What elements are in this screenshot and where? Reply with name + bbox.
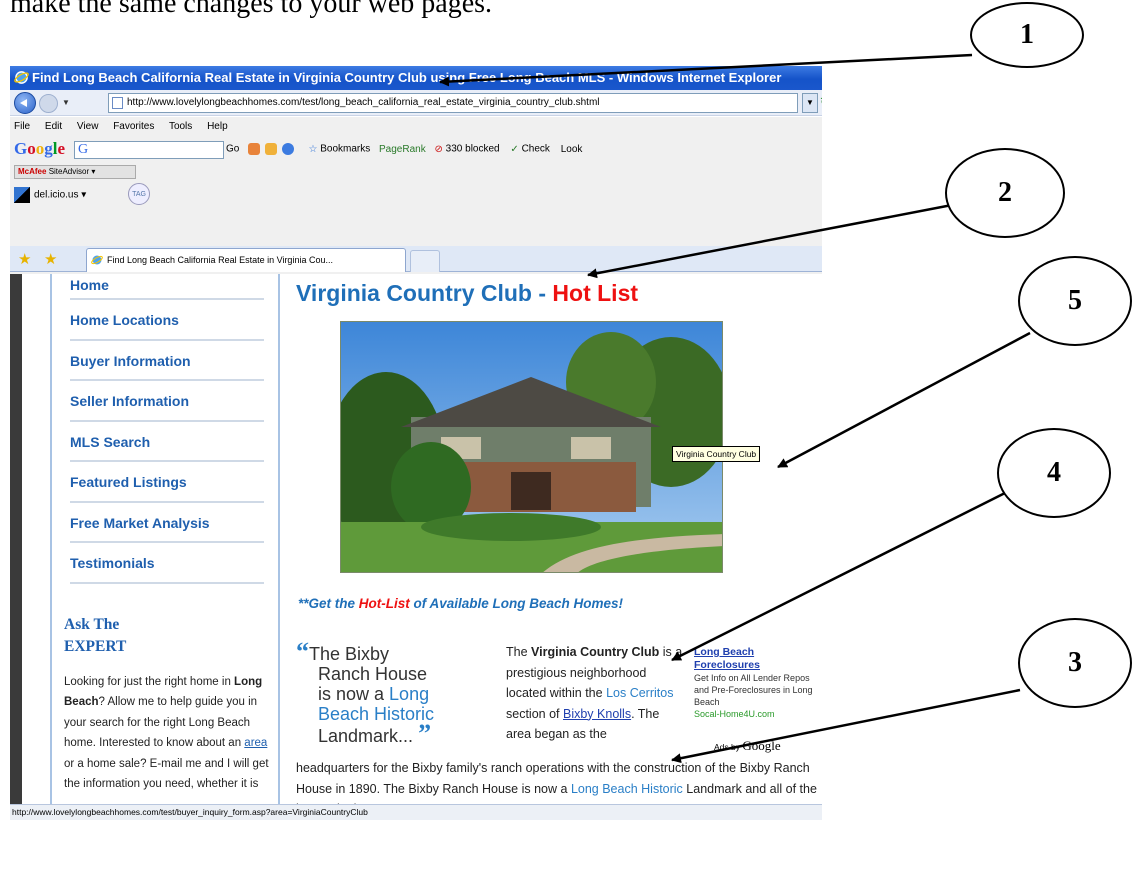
sidebar: Home Home Locations Buyer Information Se… xyxy=(50,274,280,804)
area-link[interactable]: area xyxy=(244,737,267,749)
address-bar[interactable]: http://www.lovelylongbeachhomes.com/test… xyxy=(108,93,798,113)
los-cerritos-link[interactable]: Los Cerritos xyxy=(606,686,673,700)
tab-row: ★ ★ Find Long Beach California Real Esta… xyxy=(10,246,822,272)
favorites-star-icon[interactable]: ★ xyxy=(18,250,31,268)
google-toolbar-buttons: Go ☆ Bookmarks PageRank ⊘ 330 blocked ✓ … xyxy=(226,143,582,155)
sidebar-item-testimonials[interactable]: Testimonials xyxy=(70,543,264,584)
house-photo xyxy=(340,321,723,573)
google-toolbar: Google G Go ☆ Bookmarks PageRank ⊘ 330 b… xyxy=(14,139,822,161)
window-title: Find Long Beach California Real Estate i… xyxy=(32,70,782,85)
sidebar-item-buyer-information[interactable]: Buyer Information xyxy=(70,341,264,381)
forward-button-icon[interactable] xyxy=(39,94,58,113)
delicious-toolbar[interactable]: del.icio.us ▾ xyxy=(14,187,86,203)
intro-paragraph: The Virginia Country Club is a prestigio… xyxy=(506,645,683,741)
back-button-icon[interactable] xyxy=(14,92,36,114)
blogger-icon[interactable] xyxy=(248,143,261,155)
left-page-border xyxy=(10,274,22,804)
popup-blocked-count[interactable]: 330 blocked xyxy=(446,144,500,155)
ask-expert-heading: Ask The EXPERT xyxy=(64,615,127,655)
google-search-input[interactable]: G xyxy=(74,141,224,159)
tab-ie-icon xyxy=(91,255,103,265)
pull-quote: “The Bixby Ranch House is now a Long Bea… xyxy=(296,637,435,748)
open-quote-mark: “ xyxy=(296,637,309,666)
callout-2: 2 xyxy=(945,148,1065,238)
history-paragraph: headquarters for the Bixby family's ranc… xyxy=(296,761,817,804)
page-title: Virginia Country Club - Hot List xyxy=(296,280,639,306)
tab-active-page[interactable]: Find Long Beach California Real Estate i… xyxy=(86,248,406,272)
menu-edit[interactable]: Edit xyxy=(45,121,62,132)
history-dropdown-icon[interactable]: ▼ xyxy=(62,98,70,107)
house-illustration xyxy=(341,322,722,572)
page-content: Home Home Locations Buyer Information Se… xyxy=(10,274,822,804)
sidebar-item-seller-information[interactable]: Seller Information xyxy=(70,381,264,422)
menu-help[interactable]: Help xyxy=(207,121,228,132)
pagerank-button[interactable]: PageRank xyxy=(379,144,426,155)
sidebar-item-home-locations[interactable]: Home Locations xyxy=(70,300,264,341)
new-tab-button[interactable] xyxy=(410,250,440,272)
ask-expert-text: Looking for just the right home in Long … xyxy=(64,675,269,791)
address-url: http://www.lovelylongbeachhomes.com/test… xyxy=(127,97,600,108)
ad-url[interactable]: Socal-Home4U.com xyxy=(694,708,814,720)
callout-3: 3 xyxy=(1018,618,1132,708)
address-dropdown-icon[interactable]: ▼ xyxy=(802,93,818,113)
sidebar-item-free-market-analysis[interactable]: Free Market Analysis xyxy=(70,503,264,543)
callout-4: 4 xyxy=(997,428,1111,518)
bixby-knolls-link[interactable]: Bixby Knolls xyxy=(563,707,631,721)
globe-icon[interactable] xyxy=(281,143,294,155)
document-text-line: make the same changes to your web pages. xyxy=(10,0,493,19)
sidebar-item-home[interactable]: Home xyxy=(70,274,264,300)
lookup-button[interactable]: Look xyxy=(561,144,583,155)
menu-file[interactable]: File xyxy=(14,121,30,132)
ad-description: Get Info on All Lender Repos and Pre-For… xyxy=(694,673,813,707)
status-bar: http://www.lovelylongbeachhomes.com/test… xyxy=(10,804,822,820)
menu-tools[interactable]: Tools xyxy=(169,121,192,132)
mcafee-brand: McAfee xyxy=(18,167,47,176)
google-logo: Google xyxy=(14,139,66,158)
main-column: Virginia Country Club - Hot List Virgini… xyxy=(296,274,822,804)
sidebar-item-mls-search[interactable]: MLS Search xyxy=(70,422,264,462)
ads-by-google-label[interactable]: Ads by Google xyxy=(714,738,781,754)
bookmarks-star-icon: ☆ xyxy=(308,143,318,155)
image-tooltip: Virginia Country Club xyxy=(672,446,761,462)
spellcheck-icon: ✓ xyxy=(510,143,519,155)
internet-explorer-icon xyxy=(14,71,29,84)
hotlist-link[interactable]: **Get the Hot-List of Available Long Bea… xyxy=(298,596,623,611)
go-button[interactable]: Go xyxy=(226,144,239,155)
long-beach-historic-link[interactable]: Long Beach Historic xyxy=(571,782,683,796)
ad-title-link[interactable]: Long Beach Foreclosures xyxy=(694,646,814,672)
menu-favorites[interactable]: Favorites xyxy=(113,121,154,132)
mcafee-label: SiteAdvisor xyxy=(48,167,90,176)
callout-5: 5 xyxy=(1018,256,1132,346)
google-ad-block: Long Beach Foreclosures Get Info on All … xyxy=(694,646,814,720)
browser-screenshot: Find Long Beach California Real Estate i… xyxy=(10,66,822,820)
close-quote-mark: ” xyxy=(418,719,432,748)
address-row: ▼ http://www.lovelylongbeachhomes.com/te… xyxy=(10,90,822,116)
bookmarks-button[interactable]: Bookmarks xyxy=(320,144,370,155)
spellcheck-button[interactable]: Check xyxy=(522,144,550,155)
menu-view[interactable]: View xyxy=(77,121,99,132)
delicious-icon xyxy=(14,187,30,203)
menu-bar: File Edit View Favorites Tools Help xyxy=(14,121,240,132)
page-icon xyxy=(112,97,123,109)
tag-icon[interactable]: TAG xyxy=(128,183,150,205)
add-favorites-icon[interactable]: ★ xyxy=(44,250,57,268)
callout-1: 1 xyxy=(970,2,1084,68)
notebook-icon[interactable] xyxy=(264,143,277,155)
mcafee-siteadvisor-button[interactable]: McAfee SiteAdvisor ▾ xyxy=(14,165,136,179)
popup-blocker-icon: ⊘ xyxy=(434,143,443,155)
window-title-bar: Find Long Beach California Real Estate i… xyxy=(10,66,822,90)
sidebar-item-featured-listings[interactable]: Featured Listings xyxy=(70,462,264,503)
refresh-go-icon[interactable]: ↻ xyxy=(820,95,822,109)
